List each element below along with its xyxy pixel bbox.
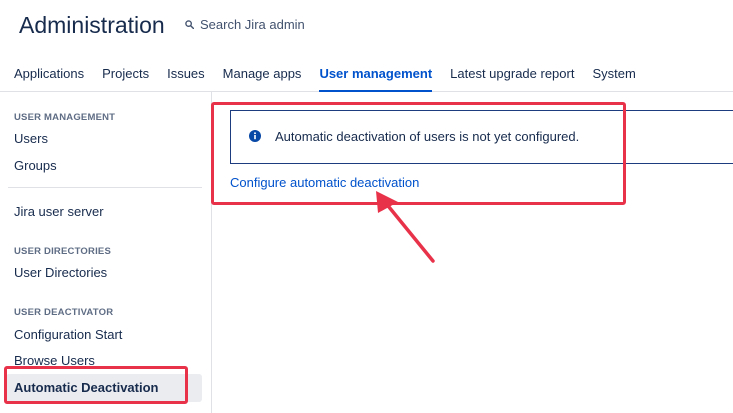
sidebar-item-groups[interactable]: Groups: [14, 158, 57, 173]
sidebar-heading-user-deactivator: USER DEACTIVATOR: [14, 307, 114, 318]
tab-issues[interactable]: Issues: [167, 66, 205, 92]
sidebar-item-jira-user-server[interactable]: Jira user server: [14, 204, 104, 219]
search-label: Search Jira admin: [200, 17, 305, 32]
tab-system[interactable]: System: [592, 66, 635, 92]
tab-user-management[interactable]: User management: [319, 66, 433, 92]
sidebar-item-users[interactable]: Users: [14, 131, 48, 146]
admin-header: Administration Search Jira admin Applica…: [0, 0, 733, 92]
sidebar-item-configuration-start[interactable]: Configuration Start: [14, 327, 122, 342]
sidebar-heading-user-management: USER MANAGEMENT: [14, 112, 116, 123]
admin-tabs: Applications Projects Issues Manage apps…: [14, 66, 636, 92]
sidebar: USER MANAGEMENT Users Groups Jira user s…: [0, 92, 212, 413]
highlight-box-message: [211, 102, 626, 205]
search-icon: [185, 20, 194, 29]
sidebar-heading-user-directories: USER DIRECTORIES: [14, 246, 111, 257]
search-jira-admin[interactable]: Search Jira admin: [185, 17, 305, 32]
tab-projects[interactable]: Projects: [102, 66, 149, 92]
tab-manage-apps[interactable]: Manage apps: [223, 66, 302, 92]
sidebar-item-user-directories[interactable]: User Directories: [14, 265, 107, 280]
page-title: Administration: [19, 12, 165, 38]
tab-latest-upgrade-report[interactable]: Latest upgrade report: [450, 66, 574, 92]
tab-applications[interactable]: Applications: [14, 66, 84, 92]
sidebar-divider: [8, 187, 202, 188]
highlight-box-sidebar: [4, 366, 188, 404]
